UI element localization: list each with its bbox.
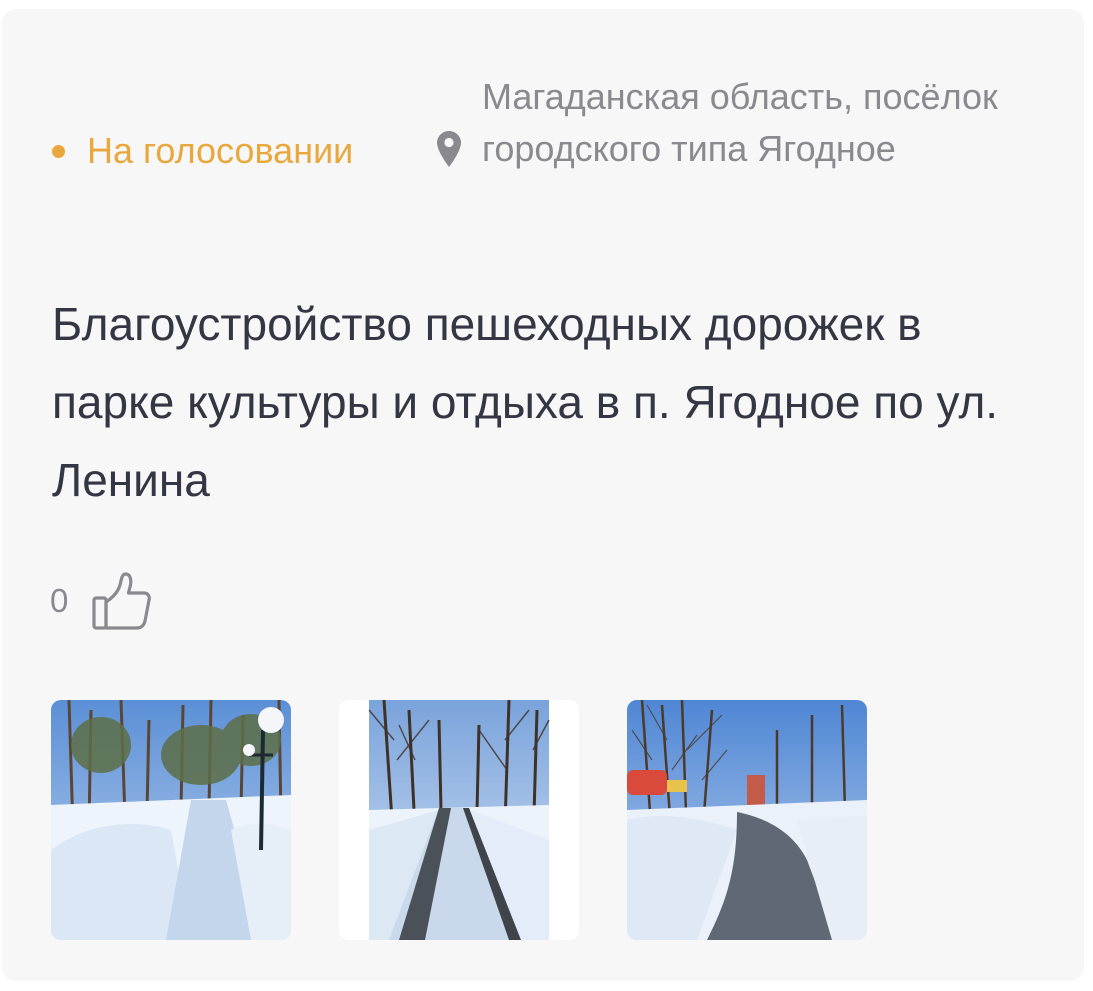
initiative-card[interactable]: На голосовании Магаданская область, посё…: [2, 9, 1084, 981]
like-count: 0: [50, 582, 69, 619]
photo-thumbnail[interactable]: [339, 700, 579, 940]
photo-thumbnail[interactable]: [51, 700, 291, 940]
initiative-title[interactable]: Благоустройство пешеходных дорожек в пар…: [52, 285, 1042, 519]
park-photo-image: [627, 700, 867, 940]
location-pin-icon: [437, 131, 461, 167]
thumbs-up-icon[interactable]: [90, 570, 152, 632]
status-dot-icon: [52, 144, 65, 158]
like-counter: 0: [50, 569, 152, 633]
status-label: На голосовании: [87, 130, 354, 171]
location: Магаданская область, посёлок городского …: [436, 71, 1056, 175]
park-photo-image: [51, 700, 291, 940]
status-badge: На голосовании: [52, 121, 353, 181]
photo-thumbnail[interactable]: [627, 700, 867, 940]
park-photo-image: [339, 700, 579, 940]
location-text: Магаданская область, посёлок городского …: [482, 76, 998, 169]
photo-gallery: [51, 700, 951, 940]
